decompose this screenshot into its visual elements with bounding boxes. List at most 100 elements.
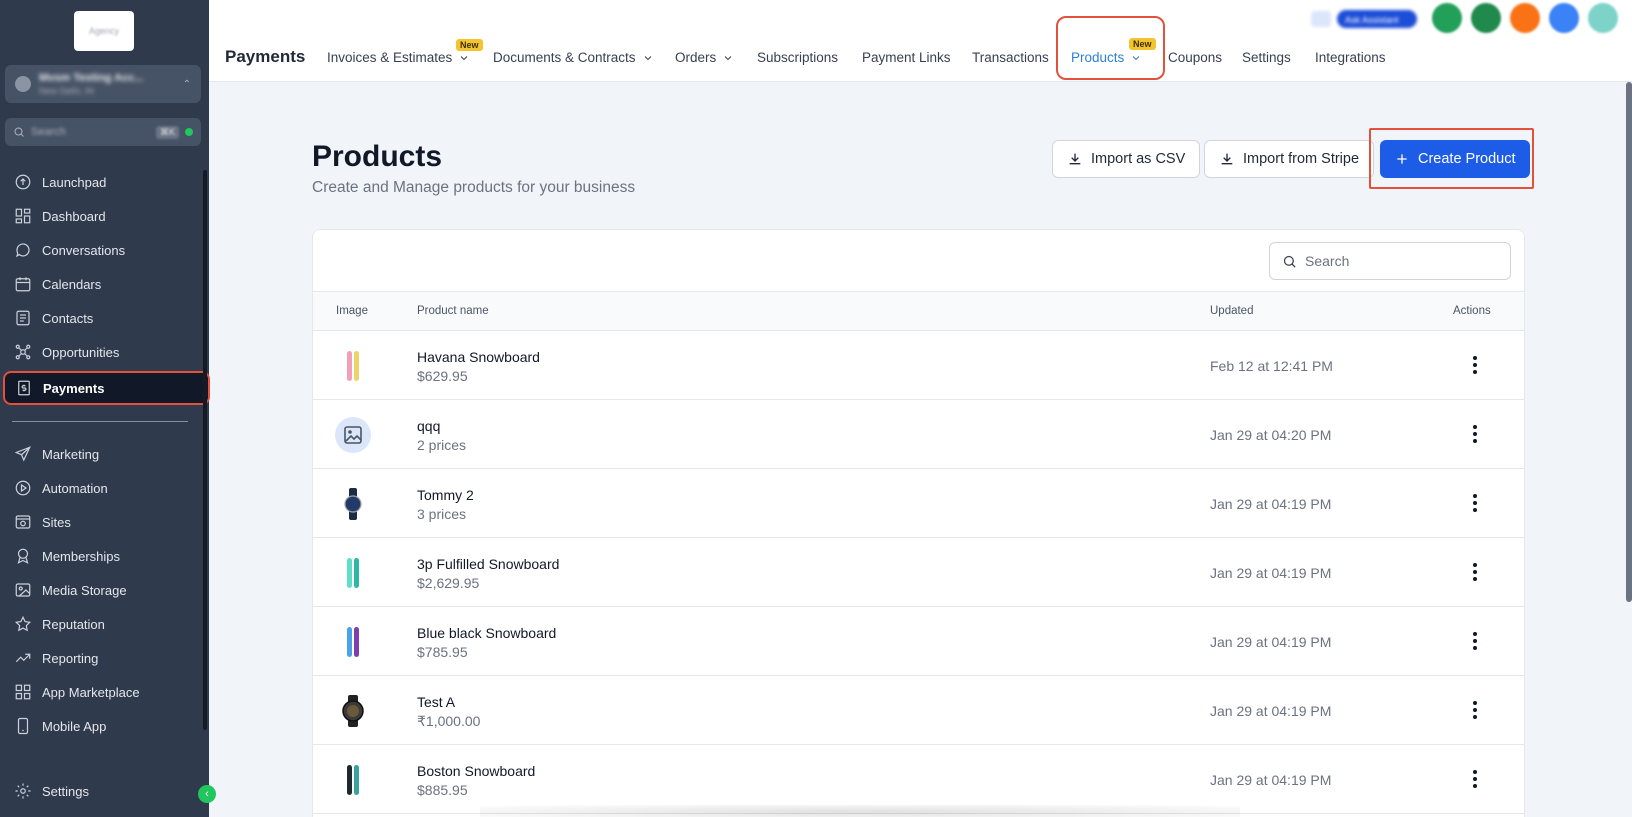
play-circle-icon: [15, 480, 31, 496]
row-actions-button[interactable]: [1463, 560, 1487, 584]
account-location: New Delhi, IN: [39, 86, 95, 96]
sidebar-item-label: Memberships: [42, 548, 121, 564]
account-name: Mvsm Testing Acc...: [39, 72, 144, 84]
assistant-label: Ask Assistant: [1337, 10, 1417, 28]
table-row[interactable]: 3p Fulfilled Snowboard $2,629.95 Jan 29 …: [313, 538, 1524, 607]
product-updated: Jan 29 at 04:20 PM: [1210, 427, 1332, 443]
product-search-input[interactable]: [1305, 253, 1485, 269]
sidebar-item-calendars[interactable]: Calendars: [4, 268, 211, 300]
tab-coupons[interactable]: Coupons: [1168, 50, 1222, 65]
sidebar-item-marketing[interactable]: Marketing: [4, 438, 211, 470]
tab-label: Payment Links: [862, 50, 951, 65]
chevron-down-icon: [644, 55, 651, 60]
sidebar-item-automation[interactable]: Automation: [4, 472, 211, 504]
tab-transactions[interactable]: Transactions: [972, 50, 1049, 65]
notification-bell-icon[interactable]: [1510, 3, 1540, 33]
import-csv-button[interactable]: Import as CSV: [1052, 140, 1201, 178]
product-name[interactable]: Test A: [417, 694, 455, 710]
tab-label: Invoices & Estimates: [327, 50, 453, 65]
product-name[interactable]: Boston Snowboard: [417, 763, 535, 779]
download-icon: [1221, 153, 1233, 165]
tab-label: Settings: [1242, 50, 1291, 65]
sidebar-item-settings[interactable]: Settings: [4, 775, 211, 807]
col-image: Image: [336, 305, 368, 317]
sidebar-item-label: Marketing: [42, 446, 100, 462]
page-subtitle: Create and Manage products for your busi…: [312, 179, 636, 196]
sidebar-item-sites[interactable]: Sites: [4, 506, 211, 538]
chat-bubble-icon: [16, 243, 30, 258]
sidebar-item-launchpad[interactable]: Launchpad: [4, 166, 211, 198]
sidebar-item-label: Conversations: [42, 242, 126, 258]
megaphone-icon[interactable]: [1471, 3, 1501, 33]
snowboard-image: [347, 558, 359, 588]
snowboard-image: [347, 765, 359, 795]
collapse-sidebar-button[interactable]: ‹: [198, 785, 216, 803]
sidebar-scrollbar[interactable]: [203, 170, 207, 730]
row-actions-button[interactable]: [1463, 353, 1487, 377]
product-search[interactable]: [1269, 242, 1511, 280]
tab-label: Transactions: [972, 50, 1049, 65]
tab-invoices-estimates[interactable]: Invoices & Estimates: [327, 50, 470, 65]
sidebar-item-opportunities[interactable]: Opportunities: [4, 336, 211, 368]
tab-orders[interactable]: Orders: [675, 50, 734, 65]
sidebar-item-label: Settings: [42, 783, 89, 799]
sidebar-item-memberships[interactable]: Memberships: [4, 540, 211, 572]
row-actions-button[interactable]: [1463, 422, 1487, 446]
phone-icon[interactable]: [1432, 3, 1462, 33]
table-row[interactable]: Test A ₹1,000.00 Jan 29 at 04:19 PM: [313, 676, 1524, 745]
kebab-menu-icon: [1473, 562, 1477, 583]
row-actions-button[interactable]: [1463, 629, 1487, 653]
table-row[interactable]: Tommy 2 3 prices Jan 29 at 04:19 PM: [313, 469, 1524, 538]
help-icon[interactable]: [1549, 3, 1579, 33]
table-row[interactable]: Boston Snowboard $885.95 Jan 29 at 04:19…: [313, 745, 1524, 814]
tab-settings[interactable]: Settings: [1242, 50, 1291, 65]
sidebar-item-app-marketplace[interactable]: App Marketplace: [4, 676, 211, 708]
col-product-name: Product name: [417, 305, 489, 317]
table-row[interactable]: Blue black Snowboard $785.95 Jan 29 at 0…: [313, 607, 1524, 676]
page-scrollbar[interactable]: [1626, 82, 1632, 602]
sidebar-item-contacts[interactable]: Contacts: [4, 302, 211, 334]
sidebar-divider: [12, 421, 188, 422]
table-row[interactable]: Havana Snowboard $629.95 Feb 12 at 12:41…: [313, 331, 1524, 400]
sidebar-item-reporting[interactable]: Reporting: [4, 642, 211, 674]
product-price: $629.95: [417, 368, 468, 384]
account-switcher[interactable]: Mvsm Testing Acc... New Delhi, IN ⌃: [5, 65, 201, 103]
tab-subscriptions[interactable]: Subscriptions: [757, 50, 838, 65]
status-dot-icon: [185, 128, 193, 136]
row-actions-button[interactable]: [1463, 491, 1487, 515]
kebab-menu-icon: [1473, 493, 1477, 514]
assistant-pill[interactable]: Ask Assistant: [1311, 8, 1419, 30]
product-name[interactable]: Havana Snowboard: [417, 349, 540, 365]
kebab-menu-icon: [1473, 769, 1477, 790]
product-name[interactable]: qqq: [417, 418, 440, 434]
tab-integrations[interactable]: Integrations: [1315, 50, 1386, 65]
agency-logo[interactable]: Agency: [74, 11, 134, 51]
tab-documents-contracts[interactable]: Documents & Contracts: [493, 50, 654, 65]
sidebar-item-payments[interactable]: Payments: [3, 371, 210, 405]
product-thumbnail: [335, 417, 371, 453]
globe-window-icon: [15, 515, 31, 529]
row-actions-button[interactable]: [1463, 767, 1487, 791]
sidebar-item-conversations[interactable]: Conversations: [4, 234, 211, 266]
product-name[interactable]: Tommy 2: [417, 487, 474, 503]
rocket-icon: [15, 174, 31, 190]
sidebar-item-label: Launchpad: [42, 174, 107, 190]
product-name[interactable]: Blue black Snowboard: [417, 625, 556, 641]
sidebar-item-reputation[interactable]: Reputation: [4, 608, 211, 640]
row-actions-button[interactable]: [1463, 698, 1487, 722]
avatar[interactable]: [1588, 3, 1618, 33]
product-name[interactable]: 3p Fulfilled Snowboard: [417, 556, 559, 572]
import-stripe-button[interactable]: Import from Stripe: [1204, 140, 1375, 178]
table-header: Image Product name Updated Actions: [313, 291, 1524, 331]
tab-label: Integrations: [1315, 50, 1386, 65]
tab-label: Subscriptions: [757, 50, 839, 65]
tab-payment-links[interactable]: Payment Links: [862, 50, 951, 65]
product-updated: Jan 29 at 04:19 PM: [1210, 703, 1332, 719]
kebab-menu-icon: [1473, 355, 1477, 376]
sidebar-item-dashboard[interactable]: Dashboard: [4, 200, 211, 232]
sidebar-search[interactable]: Search ⌘K: [5, 118, 201, 146]
sidebar-item-media-storage[interactable]: Media Storage: [4, 574, 211, 606]
star-icon: [14, 615, 32, 632]
table-row[interactable]: qqq 2 prices Jan 29 at 04:20 PM: [313, 400, 1524, 469]
sidebar-item-mobile-app[interactable]: Mobile App: [4, 710, 211, 742]
